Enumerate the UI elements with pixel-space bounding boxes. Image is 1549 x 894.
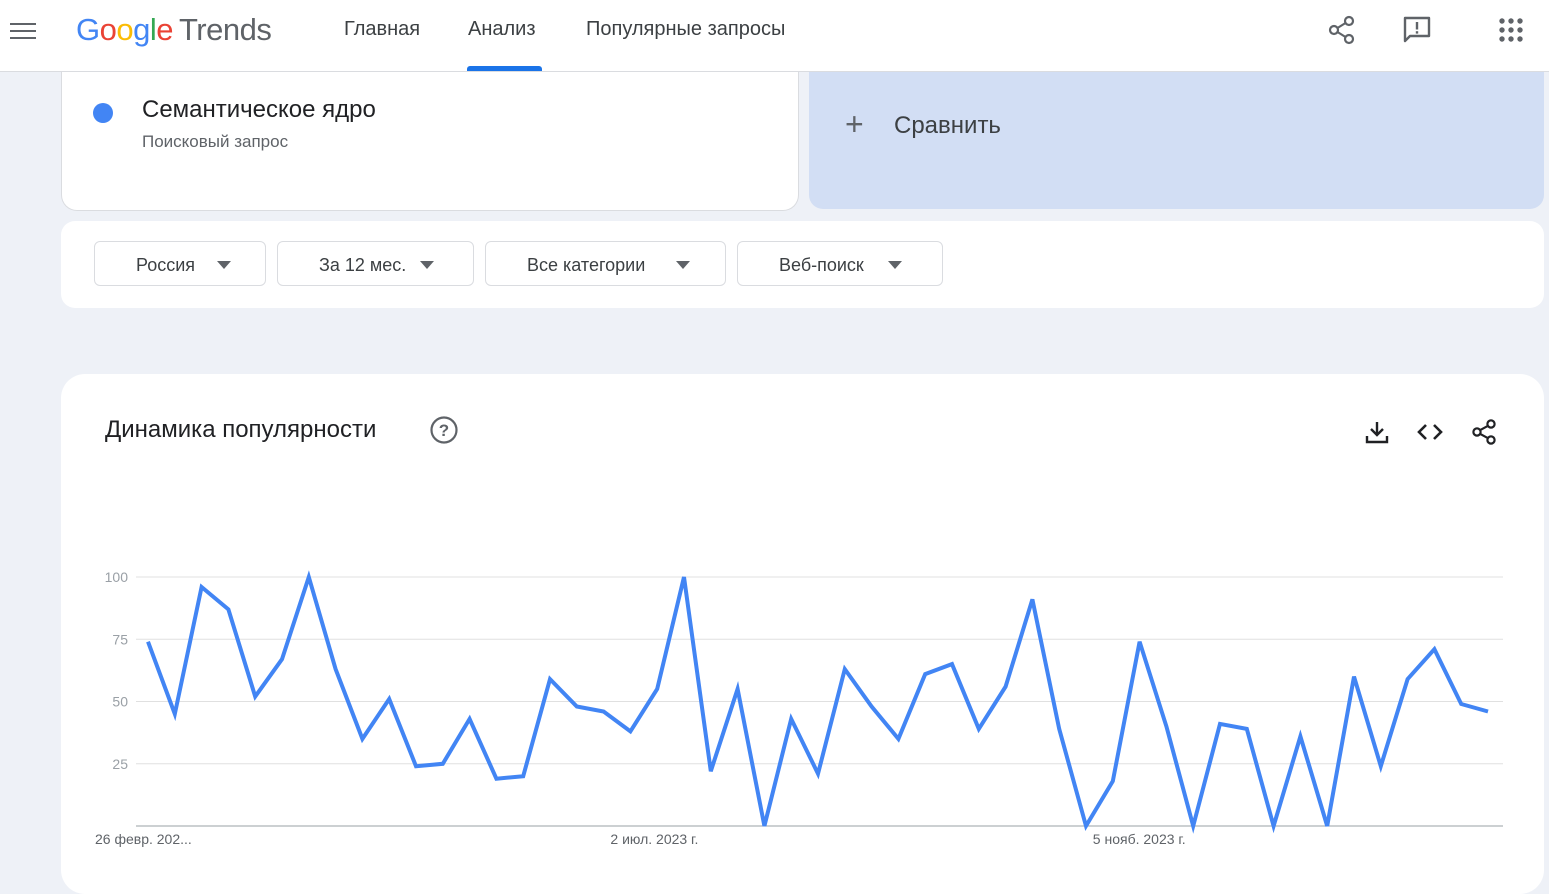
interest-line-chart: 25 50 75 100 26 февр. 202... 2 июл. 2023 г. 5 … (0, 0, 1549, 853)
x-tick-label: 2 июл. 2023 г. (610, 831, 698, 847)
y-tick-label: 75 (112, 631, 128, 647)
y-tick-label: 100 (105, 569, 129, 585)
y-tick-label: 50 (112, 694, 128, 710)
x-tick-label: 5 нояб. 2023 г. (1093, 831, 1186, 847)
x-tick-label: 26 февр. 202... (95, 831, 192, 847)
y-tick-label: 25 (112, 756, 128, 772)
